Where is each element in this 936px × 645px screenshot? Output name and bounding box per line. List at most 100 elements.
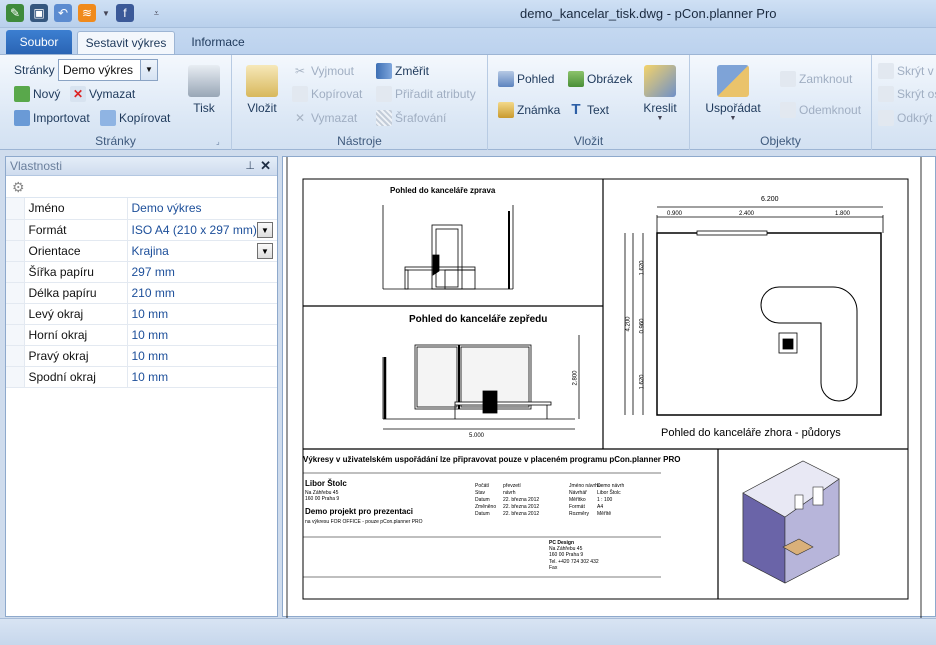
- property-key: Levý okraj: [24, 303, 128, 325]
- top-view-drawing: [624, 206, 884, 416]
- front-view-drawing: [382, 335, 580, 430]
- title-block-field-label: Stav: [475, 490, 486, 496]
- property-row[interactable]: Šířka papíru 297 mm: [6, 261, 277, 283]
- group-tools-label: Nástroje: [337, 134, 382, 148]
- lock-button[interactable]: Zamknout: [780, 71, 852, 87]
- property-row[interactable]: Spodní okraj 10 mm: [6, 366, 277, 388]
- rss-icon[interactable]: ≋: [78, 4, 96, 22]
- right-view-title: Pohled do kanceláře zprava: [390, 186, 496, 195]
- import-page-button[interactable]: Importovat: [14, 110, 90, 126]
- unlock-icon: [780, 102, 796, 118]
- cut-button[interactable]: ✂ Vyjmout: [292, 63, 354, 79]
- property-row[interactable]: Jméno Demo výkres: [6, 198, 277, 220]
- hatching-button[interactable]: Šrafování: [376, 110, 446, 126]
- customize-qat-icon[interactable]: ⩡: [154, 8, 159, 19]
- dialog-launcher-icon[interactable]: ⌟: [216, 137, 220, 146]
- tab-compose-drawing[interactable]: Sestavit výkres: [77, 31, 175, 54]
- ruler-icon: [376, 63, 392, 79]
- title-block-field-label: Měřítko: [569, 497, 586, 503]
- facebook-icon[interactable]: f: [115, 4, 134, 22]
- chevron-down-icon[interactable]: ▼: [257, 242, 273, 259]
- property-value[interactable]: 210 mm: [127, 282, 277, 304]
- close-icon[interactable]: ✕: [260, 158, 271, 174]
- app-icon[interactable]: ✎: [6, 4, 24, 22]
- title-block-field-label: Formát: [569, 504, 585, 510]
- pages-combo[interactable]: Demo výkres ▼: [58, 59, 158, 81]
- row-gutter: [6, 345, 25, 367]
- title-block-field: Datum 22. března 2012: [475, 511, 565, 518]
- property-value[interactable]: 10 mm: [127, 303, 277, 325]
- property-value[interactable]: ISO A4 (210 x 297 mm) ▼: [127, 219, 277, 241]
- row-gutter: [6, 261, 25, 283]
- dim-a: 0.900: [667, 211, 683, 217]
- property-row[interactable]: Levý okraj 10 mm: [6, 303, 277, 325]
- property-row[interactable]: Formát ISO A4 (210 x 297 mm) ▼: [6, 219, 277, 241]
- hide-icon: [878, 86, 894, 102]
- print-button[interactable]: Tisk: [184, 65, 224, 115]
- property-value[interactable]: 10 mm: [127, 324, 277, 346]
- property-key: Formát: [24, 219, 128, 241]
- paste-button[interactable]: Vložit: [242, 65, 282, 115]
- title-block-field-value: A4: [597, 504, 604, 510]
- copy-button[interactable]: Kopírovat: [292, 86, 362, 102]
- hide-icon: [878, 63, 894, 79]
- text-button[interactable]: T Text: [568, 102, 609, 118]
- property-row[interactable]: Délka papíru 210 mm: [6, 282, 277, 304]
- chevron-down-icon[interactable]: ▼: [102, 9, 110, 18]
- lock-icon: [780, 71, 796, 87]
- status-bar: [0, 618, 936, 645]
- property-key: Orientace: [24, 240, 128, 262]
- property-value[interactable]: Demo výkres: [127, 198, 277, 220]
- assign-attributes-button[interactable]: Přiřadit atributy: [376, 86, 476, 102]
- property-value[interactable]: 10 mm: [127, 345, 277, 367]
- drawing-canvas[interactable]: Pohled do kanceláře zprava Pohled do kan…: [282, 156, 936, 618]
- view-button[interactable]: Pohled: [498, 71, 554, 87]
- title-block-field-value: Libor Štolc: [597, 490, 621, 496]
- property-row[interactable]: Horní okraj 10 mm: [6, 324, 277, 346]
- title-block-note: Výkresy v uživatelském uspořádání lze př…: [303, 455, 681, 464]
- draw-button[interactable]: Kreslit ▼: [638, 65, 682, 122]
- chevron-down-icon[interactable]: ▼: [140, 60, 157, 80]
- copy-icon: [100, 110, 116, 126]
- text-icon: T: [571, 101, 581, 118]
- chevron-down-icon[interactable]: ▼: [257, 221, 273, 238]
- undo-icon[interactable]: ↶: [54, 4, 72, 22]
- properties-panel-header: Vlastnosti ⊥ ✕: [6, 157, 277, 176]
- save-icon[interactable]: ▣: [30, 4, 48, 22]
- dim-b: 2.400: [739, 211, 755, 217]
- hide-button-2[interactable]: Skrýt os: [878, 86, 936, 102]
- right-view-drawing: [382, 205, 514, 290]
- tab-information[interactable]: Informace: [180, 31, 256, 54]
- dim-total: 6.200: [761, 196, 779, 203]
- delete-page-button[interactable]: ✕ Vymazat: [70, 86, 135, 102]
- tab-file[interactable]: Soubor: [6, 30, 72, 54]
- image-button[interactable]: Obrázek: [568, 71, 632, 87]
- property-value-text: 10 mm: [131, 306, 169, 321]
- view-icon: [498, 71, 514, 87]
- title-block-field-value: návrh: [503, 490, 516, 496]
- property-value[interactable]: 10 mm: [127, 366, 277, 388]
- unlock-button[interactable]: Odemknout: [780, 102, 861, 118]
- hide-button-1[interactable]: Skrýt v: [878, 63, 934, 79]
- gear-icon[interactable]: ⚙: [12, 179, 25, 195]
- measure-button[interactable]: Změřit: [376, 63, 429, 79]
- chevron-down-icon: ▼: [729, 115, 737, 122]
- property-value-text: 10 mm: [131, 327, 169, 342]
- front-view-title: Pohled do kanceláře zepředu: [409, 314, 548, 325]
- group-insert-label: Vložit: [573, 134, 604, 148]
- printer-icon: [188, 65, 220, 97]
- unhide-button[interactable]: Odkrýt: [878, 110, 932, 126]
- property-row[interactable]: Pravý okraj 10 mm: [6, 345, 277, 367]
- note-button[interactable]: Známka: [498, 102, 560, 118]
- property-row[interactable]: Orientace Krajina ▼: [6, 240, 277, 262]
- property-value[interactable]: Krajina ▼: [127, 240, 277, 262]
- paste-icon: [246, 65, 278, 97]
- copy-page-button[interactable]: Kopírovat: [100, 110, 170, 126]
- pin-icon[interactable]: ⊥: [245, 159, 255, 172]
- title-block-fields-2: Jméno návrhu Demo návrh Návrhář Libor Štolc…: [569, 483, 659, 518]
- delete-button[interactable]: ✕ Vymazat: [292, 110, 357, 126]
- property-value[interactable]: 297 mm: [127, 261, 277, 283]
- title-block-field-label: Počátí: [475, 483, 490, 489]
- new-page-button[interactable]: Nový: [14, 86, 60, 102]
- arrange-button[interactable]: Uspořádat ▼: [702, 65, 764, 122]
